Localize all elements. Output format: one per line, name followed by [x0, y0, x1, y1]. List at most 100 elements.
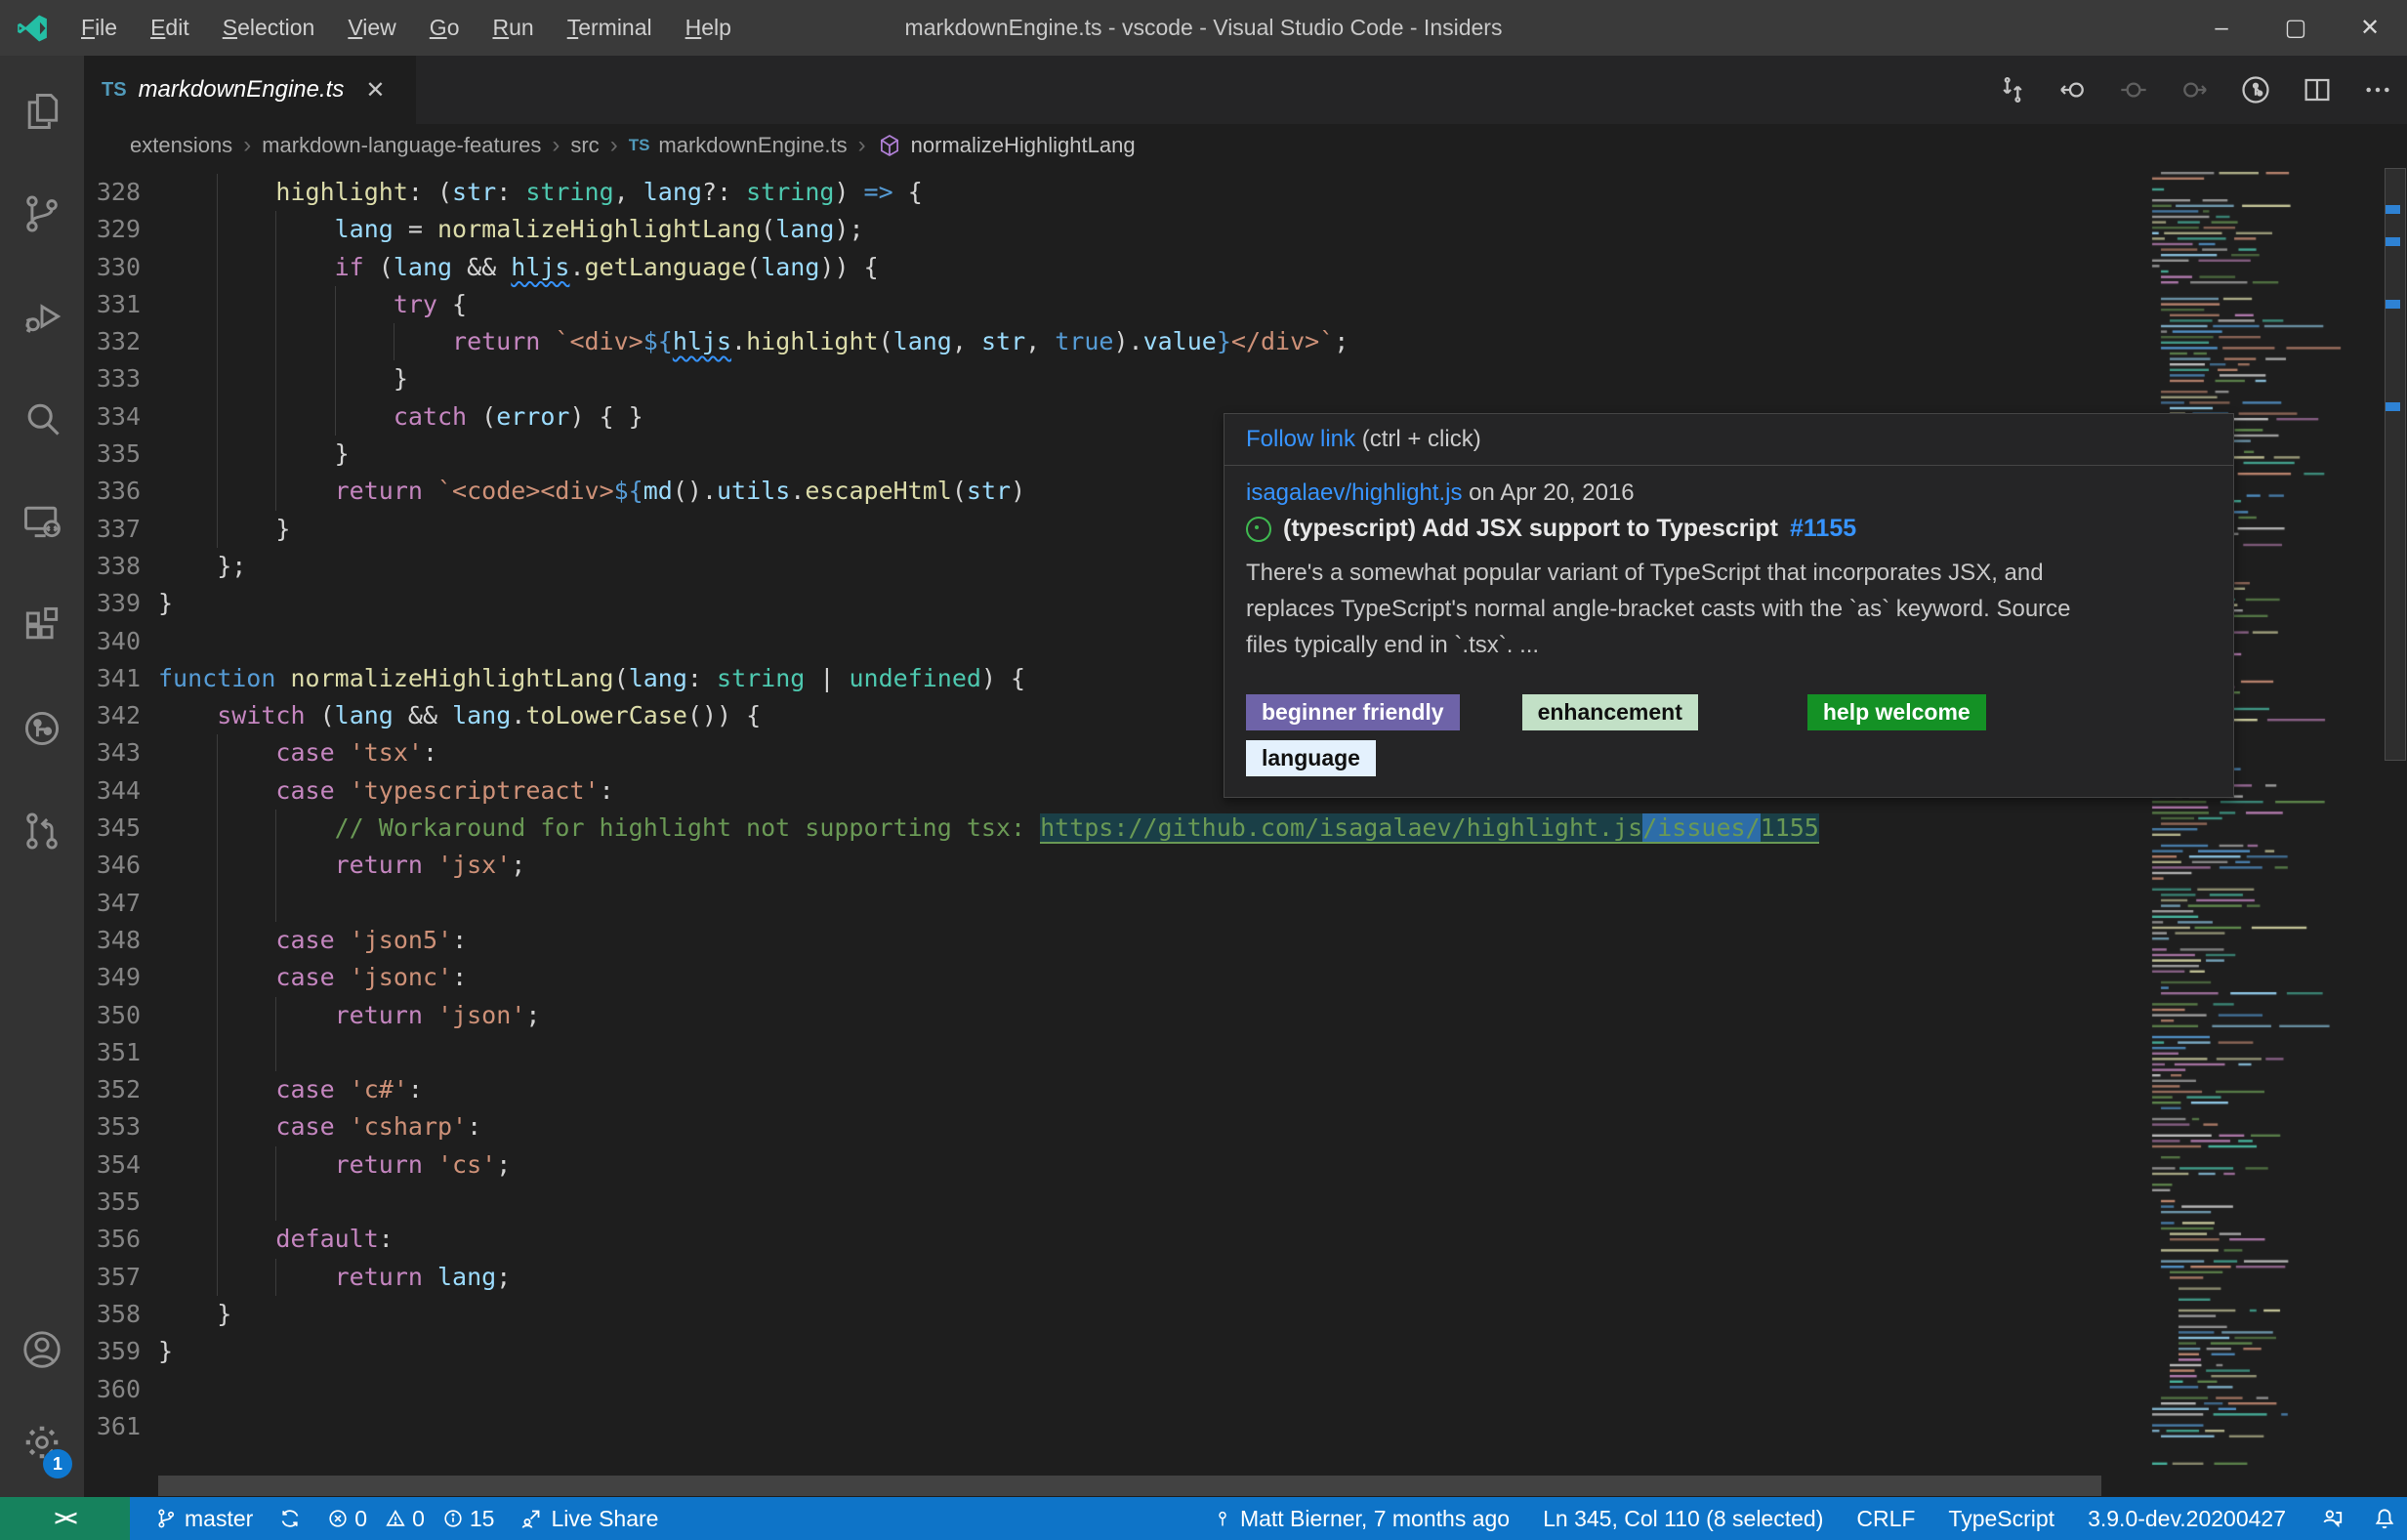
search-icon[interactable] [0, 385, 84, 453]
code-text: return 'jsx'; [334, 851, 526, 880]
code-line-331[interactable]: 331 try { [84, 285, 2148, 324]
notifications-bell-icon[interactable] [2372, 1506, 2397, 1531]
code-line-346[interactable]: 346 return 'jsx'; [84, 847, 2148, 885]
code-line-348[interactable]: 348 case 'json5': [84, 921, 2148, 960]
open-issue-icon [1246, 516, 1271, 542]
code-line-354[interactable]: 354 return 'cs'; [84, 1145, 2148, 1185]
previous-change-icon[interactable] [2057, 74, 2089, 105]
code-text: return 'cs'; [334, 1149, 512, 1179]
live-share-status[interactable]: Live Share [519, 1506, 658, 1532]
vertical-scrollbar[interactable] [2385, 168, 2406, 761]
window-controls: – ▢ ✕ [2184, 0, 2407, 56]
code-line-330[interactable]: 330 if (lang && hljs.getLanguage(lang)) … [84, 248, 2148, 286]
breadcrumb-symbol[interactable]: normalizeHighlightLang [911, 133, 1136, 158]
menu-item-edit[interactable]: Edit [134, 0, 206, 56]
follow-link[interactable]: Follow link [1246, 426, 1355, 452]
code-line-349[interactable]: 349 case 'jsonc': [84, 959, 2148, 997]
issue-date: on Apr 20, 2016 [1462, 479, 1635, 506]
settings-gear-icon[interactable]: 1 [0, 1408, 84, 1478]
problems-status[interactable]: 0 0 15 [327, 1506, 494, 1532]
code-line-328[interactable]: 328 highlight: (str: string, lang?: stri… [84, 174, 2148, 212]
typescript-file-icon: TS [628, 135, 650, 154]
split-editor-icon[interactable] [2302, 74, 2333, 105]
minimize-button[interactable]: – [2184, 0, 2259, 56]
code-line-355[interactable]: 355 [84, 1184, 2148, 1222]
code-line-358[interactable]: 358 } [84, 1296, 2148, 1333]
horizontal-scrollbar[interactable] [158, 1476, 2101, 1496]
menu-item-file[interactable]: File [64, 0, 134, 56]
source-control-icon[interactable] [0, 180, 84, 248]
menu-item-go[interactable]: Go [413, 0, 477, 56]
maximize-button[interactable]: ▢ [2259, 0, 2333, 56]
code-text: case 'json5': [275, 925, 468, 954]
comment-url-link[interactable]: https://github.com/isagalaev/highlight.j… [1040, 813, 1643, 845]
code-line-332[interactable]: 332 return `<div>${hljs.highlight(lang, … [84, 323, 2148, 361]
minimap[interactable] [2148, 166, 2383, 1476]
cursor-position-status[interactable]: Ln 345, Col 110 (8 selected) [1543, 1506, 1823, 1532]
menu-item-selection[interactable]: Selection [206, 0, 332, 56]
live-share-icon [519, 1507, 543, 1530]
issue-number-link[interactable]: #1155 [1790, 515, 1856, 543]
comment-url-link[interactable]: 1155 [1760, 813, 1819, 845]
language-mode-status[interactable]: TypeScript [1948, 1506, 2054, 1532]
menu-item-view[interactable]: View [331, 0, 412, 56]
code-line-352[interactable]: 352 case 'c#': [84, 1071, 2148, 1109]
line-number: 359 [96, 1337, 141, 1366]
breadcrumb-item[interactable]: markdown-language-features [262, 133, 541, 158]
menu-item-run[interactable]: Run [476, 0, 550, 56]
code-line-361[interactable]: 361 [84, 1408, 2148, 1445]
tab-markdownengine[interactable]: TS markdownEngine.ts ✕ [84, 56, 416, 124]
code-line-329[interactable]: 329 lang = normalizeHighlightLang(lang); [84, 211, 2148, 249]
code-text: function normalizeHighlightLang(lang: st… [158, 663, 1026, 692]
line-number: 352 [96, 1075, 141, 1104]
typescript-file-icon: TS [102, 78, 127, 101]
run-and-debug-icon[interactable] [0, 282, 84, 351]
tab-close-icon[interactable]: ✕ [365, 76, 385, 104]
timeline-icon[interactable] [2239, 73, 2272, 106]
issue-description: There's a somewhat popular variant of Ty… [1246, 560, 2071, 658]
current-change-icon[interactable] [2118, 74, 2149, 105]
breadcrumb-file[interactable]: markdownEngine.ts [658, 133, 847, 158]
line-number: 351 [96, 1037, 141, 1066]
remote-explorer-icon[interactable] [0, 487, 84, 556]
blame-status[interactable]: Matt Bierner, 7 months ago [1213, 1506, 1510, 1532]
remote-indicator[interactable]: >< [0, 1497, 130, 1540]
code-line-360[interactable]: 360 [84, 1371, 2148, 1408]
more-actions-icon[interactable] [2362, 74, 2393, 105]
line-number: 329 [96, 215, 141, 244]
breadcrumb-item[interactable]: src [570, 133, 599, 158]
repo-link[interactable]: isagalaev/highlight.js [1246, 479, 1462, 506]
code-text: case 'typescriptreact': [275, 775, 614, 805]
pull-request-icon[interactable] [0, 797, 84, 865]
code-line-333[interactable]: 333 } [84, 360, 2148, 398]
breadcrumb-item[interactable]: extensions [130, 133, 232, 158]
code-line-353[interactable]: 353 case 'csharp': [84, 1108, 2148, 1146]
code-line-350[interactable]: 350 return 'json'; [84, 996, 2148, 1034]
code-line-356[interactable]: 356 default: [84, 1221, 2148, 1259]
code-line-351[interactable]: 351 [84, 1033, 2148, 1072]
next-change-icon[interactable] [2179, 74, 2210, 105]
comment-url-link[interactable]: /issues/ [1642, 813, 1761, 845]
accounts-icon[interactable] [0, 1315, 84, 1384]
close-button[interactable]: ✕ [2333, 0, 2407, 56]
code-text: case 'c#': [275, 1075, 423, 1104]
eol-status[interactable]: CRLF [1856, 1506, 1915, 1532]
line-number: 360 [96, 1374, 141, 1403]
extensions-icon[interactable] [0, 590, 84, 658]
sync-status[interactable] [278, 1507, 302, 1530]
line-number: 347 [96, 888, 141, 917]
line-number: 354 [96, 1149, 141, 1179]
menu-item-help[interactable]: Help [669, 0, 748, 56]
code-line-347[interactable]: 347 [84, 884, 2148, 922]
code-line-357[interactable]: 357 return lang; [84, 1258, 2148, 1296]
branch-status[interactable]: master [155, 1506, 253, 1532]
github-icon[interactable] [0, 694, 84, 763]
window-title: markdownEngine.ts - vscode - Visual Stud… [904, 15, 1503, 40]
code-line-345[interactable]: 345 // Workaround for highlight not supp… [84, 810, 2148, 848]
explorer-icon[interactable] [0, 77, 84, 146]
code-editor[interactable]: 328 highlight: (str: string, lang?: stri… [84, 166, 2148, 1476]
menu-item-terminal[interactable]: Terminal [551, 0, 669, 56]
feedback-icon[interactable] [2319, 1506, 2345, 1531]
open-changes-icon[interactable] [1997, 74, 2028, 105]
code-line-359[interactable]: 359} [84, 1333, 2148, 1370]
